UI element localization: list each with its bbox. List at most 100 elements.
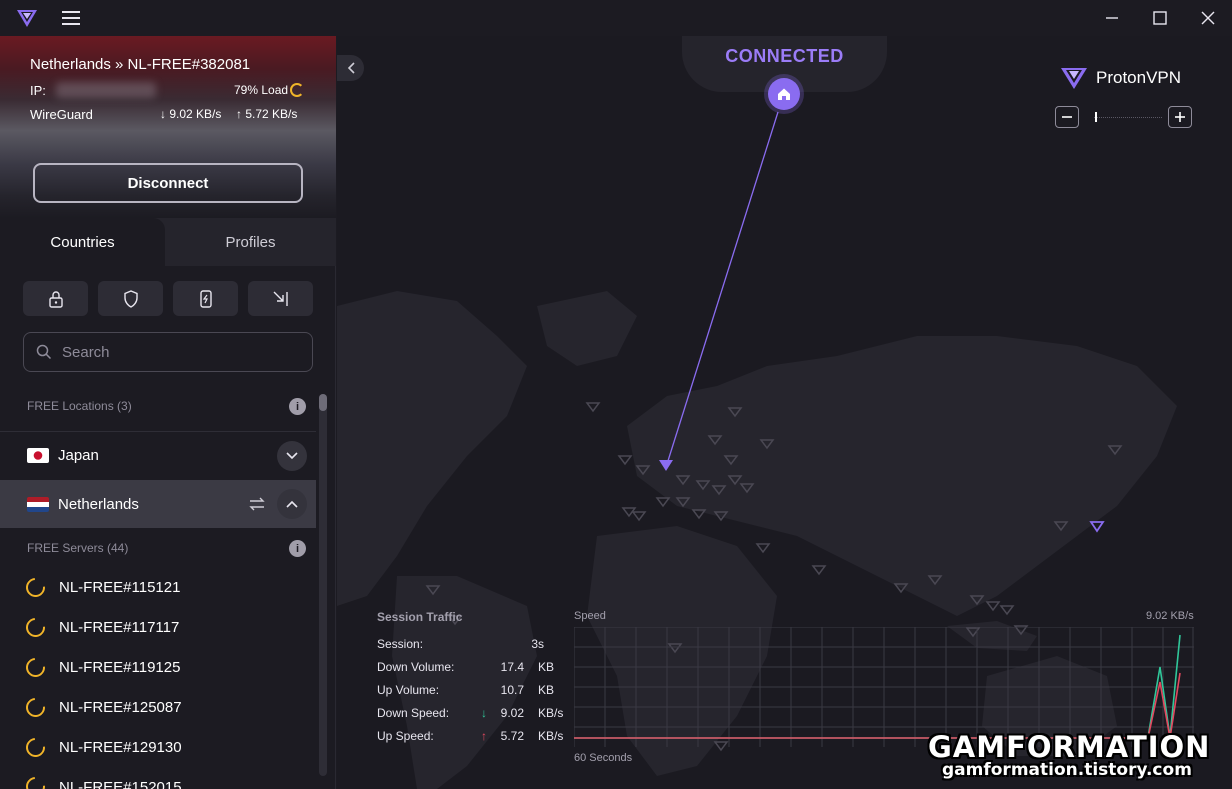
speed-graph-label: Speed xyxy=(574,610,606,622)
server-name: NL-FREE#125087 xyxy=(59,698,182,716)
search-icon xyxy=(36,344,52,360)
close-button[interactable] xyxy=(1196,6,1220,30)
server-load: 79% Load xyxy=(234,83,289,97)
upload-speed: ↑ 5.72 KB/s xyxy=(236,107,297,121)
protocol-label: WireGuard xyxy=(30,107,93,122)
tab-profiles[interactable]: Profiles xyxy=(165,218,336,266)
country-row-netherlands[interactable]: Netherlands xyxy=(0,480,316,528)
tab-bar: Countries Profiles xyxy=(0,218,336,266)
zoom-out-button[interactable] xyxy=(1055,106,1079,128)
brand-name: ProtonVPN xyxy=(1096,68,1182,87)
scrollbar-thumb[interactable] xyxy=(319,394,327,411)
lock-icon xyxy=(48,290,63,308)
traffic-row-unit: KB/s xyxy=(538,729,564,743)
zoom-in-button[interactable] xyxy=(1168,106,1192,128)
server-name: NL-FREE#117117 xyxy=(59,618,180,636)
free-servers-label: FREE Servers (44) xyxy=(27,541,129,555)
server-name: NL-FREE#115121 xyxy=(59,578,181,596)
server-row[interactable]: NL-FREE#125087 xyxy=(0,687,316,727)
chevron-down-icon xyxy=(286,451,298,459)
collapse-button[interactable] xyxy=(277,489,307,519)
ip-value-redacted xyxy=(56,82,156,98)
reconnect-icon[interactable] xyxy=(248,496,266,512)
country-row-japan[interactable]: Japan xyxy=(0,431,316,479)
zoom-slider-thumb[interactable] xyxy=(1095,112,1097,122)
traffic-row-label: Session: xyxy=(377,637,424,651)
search-field[interactable] xyxy=(23,332,313,372)
shield-icon xyxy=(123,289,138,308)
load-ring-icon xyxy=(22,653,49,681)
server-row[interactable]: NL-FREE#117117 xyxy=(0,607,316,647)
speed-graph-max: 9.02 KB/s xyxy=(1146,610,1194,622)
maximize-button[interactable] xyxy=(1148,6,1172,30)
load-ring-icon xyxy=(22,733,49,761)
arrow-to-line-icon xyxy=(273,291,288,306)
tor-filter-button[interactable] xyxy=(248,281,313,316)
load-ring-icon xyxy=(22,693,49,721)
connected-server-label: Netherlands » NL-FREE#382081 xyxy=(30,56,251,73)
netherlands-flag-icon xyxy=(27,496,49,512)
server-row[interactable]: NL-FREE#129130 xyxy=(0,727,316,767)
load-ring-icon xyxy=(22,573,49,601)
traffic-row-value: 5.72 xyxy=(500,729,524,743)
collapse-sidebar-button[interactable] xyxy=(337,55,364,81)
traffic-row-unit: KB xyxy=(538,660,555,674)
server-name: NL-FREE#129130 xyxy=(59,738,182,756)
watermark-url: gamformation.tistory.com xyxy=(942,760,1192,780)
traffic-row-label: Down Speed: xyxy=(377,706,450,720)
download-speed: ↓ 9.02 KB/s xyxy=(160,107,221,121)
country-name: Japan xyxy=(58,447,99,464)
server-name: NL-FREE#119125 xyxy=(59,658,181,676)
load-ring-icon xyxy=(22,773,49,789)
japan-flag-icon xyxy=(27,448,49,463)
search-input[interactable] xyxy=(62,343,292,361)
traffic-row-value: 3s xyxy=(531,637,544,651)
minimize-button[interactable] xyxy=(1100,6,1124,30)
secure-core-filter-button[interactable] xyxy=(23,281,88,316)
server-name: NL-FREE#152015 xyxy=(59,779,182,789)
traffic-row-label: Up Volume: xyxy=(377,683,440,697)
info-icon[interactable]: i xyxy=(289,398,306,415)
disconnect-button[interactable]: Disconnect xyxy=(33,163,303,203)
protonvpn-logo-icon xyxy=(1061,68,1087,89)
load-ring-icon xyxy=(22,613,49,641)
server-row[interactable]: NL-FREE#115121 xyxy=(0,567,316,607)
japan-server-marker[interactable] xyxy=(1089,521,1105,533)
ip-label: IP: xyxy=(30,83,46,98)
maximize-icon xyxy=(1153,11,1167,25)
arrow-down-icon: ↓ xyxy=(160,107,170,121)
traffic-row-value: 10.7 xyxy=(500,683,524,697)
home-icon xyxy=(778,88,790,100)
watermark-title: GAMFORMATION xyxy=(928,730,1211,764)
protonvpn-window: Netherlands » NL-FREE#382081 IP: 79% Loa… xyxy=(0,0,1232,789)
traffic-row-label: Down Volume: xyxy=(377,660,455,674)
info-icon[interactable]: i xyxy=(289,540,306,557)
download-speed-value: 9.02 KB/s xyxy=(169,107,222,121)
server-row[interactable]: NL-FREE#152015 xyxy=(0,767,316,789)
load-ring-icon xyxy=(290,83,304,97)
brand-logo: ProtonVPN xyxy=(1060,66,1181,90)
speed-graph xyxy=(574,627,1194,747)
menu-icon[interactable] xyxy=(62,11,80,25)
minimize-icon xyxy=(1106,17,1118,19)
tab-countries[interactable]: Countries xyxy=(0,218,165,266)
p2p-filter-button[interactable] xyxy=(173,281,238,316)
traffic-row-label: Up Speed: xyxy=(377,729,434,743)
netshield-filter-button[interactable] xyxy=(98,281,163,316)
graph-time-label: 60 Seconds xyxy=(574,752,633,764)
proton-logo-icon xyxy=(17,10,37,27)
upload-speed-value: 5.72 KB/s xyxy=(245,107,298,121)
scrollbar-track[interactable] xyxy=(319,394,327,776)
connection-status: CONNECTED xyxy=(725,46,844,66)
server-row[interactable]: NL-FREE#119125 xyxy=(0,647,316,687)
minus-icon xyxy=(1062,116,1072,118)
traffic-row-unit: KB xyxy=(538,683,555,697)
chevron-up-icon xyxy=(286,500,298,508)
arrow-up-icon: ↑ xyxy=(236,107,246,121)
device-icon xyxy=(199,289,212,308)
home-location-pin[interactable] xyxy=(768,78,800,110)
traffic-row-unit: KB/s xyxy=(538,706,564,720)
expand-button[interactable] xyxy=(277,440,307,471)
title-bar xyxy=(0,0,1232,36)
zoom-slider-track[interactable] xyxy=(1094,117,1162,118)
